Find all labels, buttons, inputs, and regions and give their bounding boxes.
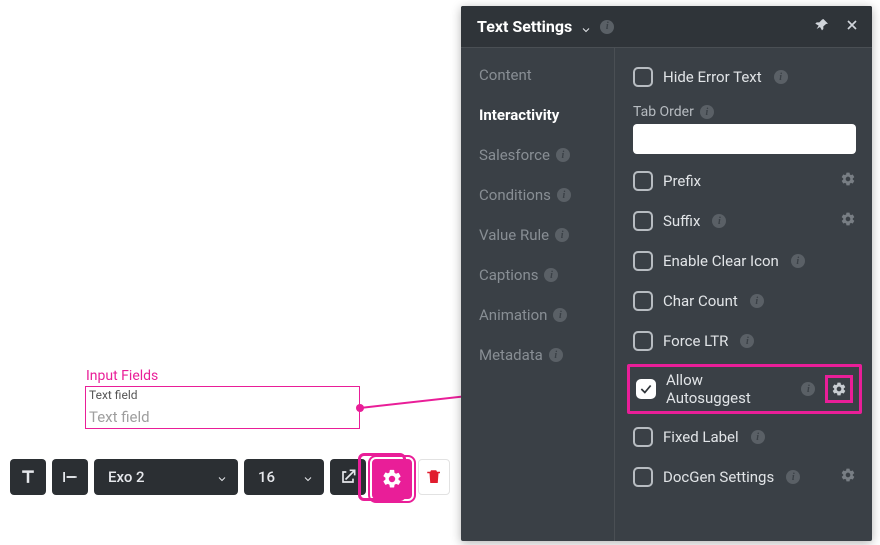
popout-button[interactable]: [330, 459, 366, 495]
panel-options: Hide Error Text i Tab Order i Prefix Suf…: [615, 48, 872, 541]
font-size-value: 16: [258, 468, 275, 486]
info-icon: i: [544, 268, 558, 282]
external-link-icon: [338, 467, 358, 487]
pin-button[interactable]: [814, 17, 830, 37]
docgen-configure[interactable]: [840, 467, 856, 487]
info-icon: i: [549, 348, 563, 362]
tab-conditions[interactable]: Conditionsi: [479, 186, 614, 204]
option-fixed-label[interactable]: Fixed Label i: [633, 424, 856, 450]
option-char-count[interactable]: Char Count i: [633, 288, 856, 314]
tab-animation[interactable]: Animationi: [479, 306, 614, 324]
checkbox[interactable]: [633, 331, 653, 351]
panel-tabs: Content Interactivity Salesforcei Condit…: [461, 48, 615, 541]
bottom-toolbar: Exo 2 16: [10, 459, 450, 495]
font-size-select[interactable]: 16: [244, 459, 324, 495]
option-label: Hide Error Text: [663, 68, 762, 86]
info-icon: i: [555, 228, 569, 242]
font-family-value: Exo 2: [108, 468, 145, 486]
checkbox[interactable]: [633, 427, 653, 447]
info-icon: i: [712, 214, 726, 228]
text-field-placeholder: Text field: [89, 408, 150, 426]
option-prefix[interactable]: Prefix: [633, 168, 856, 194]
gear-icon: [381, 468, 403, 490]
delete-button[interactable]: [418, 459, 450, 495]
option-allow-autosuggest[interactable]: Allow Autosuggest i: [627, 364, 862, 414]
tab-interactivity[interactable]: Interactivity: [479, 106, 614, 124]
option-label: Fixed Label: [663, 428, 739, 446]
tab-salesforce[interactable]: Salesforcei: [479, 146, 614, 164]
trash-icon: [425, 468, 443, 486]
gear-icon: [840, 467, 856, 483]
pin-icon: [814, 17, 830, 33]
text-field-label: Text field: [89, 388, 138, 402]
info-icon: i: [786, 470, 800, 484]
option-label: Suffix: [663, 212, 700, 230]
chevron-down-icon: [302, 471, 314, 483]
checkbox[interactable]: [633, 211, 653, 231]
text-field[interactable]: Text field Text field: [85, 386, 360, 429]
checkbox[interactable]: [633, 67, 653, 87]
tab-value-rule[interactable]: Value Rulei: [479, 226, 614, 244]
info-icon: i: [750, 294, 764, 308]
panel-title: Text Settings: [477, 17, 572, 36]
gear-icon: [840, 211, 856, 227]
close-button[interactable]: [844, 17, 860, 37]
info-icon: i: [557, 188, 571, 202]
text-icon: [18, 467, 38, 487]
panel-header: Text Settings i: [461, 6, 872, 48]
prefix-settings[interactable]: [840, 171, 856, 191]
info-icon: i: [751, 430, 765, 444]
autosuggest-settings[interactable]: [825, 375, 853, 403]
checkbox[interactable]: [633, 251, 653, 271]
info-icon: i: [774, 70, 788, 84]
resize-handle[interactable]: [356, 404, 364, 412]
align-button[interactable]: [52, 459, 88, 495]
tab-content[interactable]: Content: [479, 66, 614, 84]
info-icon: i: [556, 148, 570, 162]
info-icon: i: [700, 105, 714, 119]
option-enable-clear-icon[interactable]: Enable Clear Icon i: [633, 248, 856, 274]
tab-order-label: Tab Order i: [633, 104, 856, 120]
option-label: Enable Clear Icon: [663, 252, 779, 270]
checkbox[interactable]: [636, 379, 656, 399]
align-left-icon: [60, 467, 80, 487]
suffix-settings[interactable]: [840, 211, 856, 231]
gear-icon: [840, 171, 856, 187]
info-icon: i: [740, 334, 754, 348]
chevron-down-icon: [216, 471, 228, 483]
tab-metadata[interactable]: Metadatai: [479, 346, 614, 364]
option-force-ltr[interactable]: Force LTR i: [633, 328, 856, 354]
font-family-select[interactable]: Exo 2: [94, 459, 238, 495]
info-icon: i: [791, 254, 805, 268]
text-settings-panel: Text Settings i Content Interactivity Sa…: [461, 6, 872, 541]
option-label: Prefix: [663, 172, 701, 190]
close-icon: [844, 17, 860, 33]
option-label: Char Count: [663, 292, 738, 310]
info-icon: i: [801, 382, 815, 396]
check-icon: [639, 382, 653, 396]
option-docgen-settings[interactable]: DocGen Settings i: [633, 464, 856, 490]
option-label: Allow Autosuggest: [666, 371, 789, 407]
chevron-down-icon[interactable]: [580, 21, 592, 33]
checkbox[interactable]: [633, 171, 653, 191]
text-style-button[interactable]: [10, 459, 46, 495]
settings-button[interactable]: [372, 459, 412, 499]
info-icon: i: [553, 308, 567, 322]
gear-icon: [831, 381, 847, 397]
checkbox[interactable]: [633, 291, 653, 311]
checkbox[interactable]: [633, 467, 653, 487]
tab-captions[interactable]: Captionsi: [479, 266, 614, 284]
option-label: Force LTR: [663, 332, 728, 350]
option-label: DocGen Settings: [663, 468, 774, 486]
tab-order-input[interactable]: [633, 124, 856, 154]
info-icon[interactable]: i: [600, 20, 614, 34]
section-title: Input Fields: [86, 368, 158, 384]
option-suffix[interactable]: Suffix i: [633, 208, 856, 234]
option-hide-error-text[interactable]: Hide Error Text i: [633, 64, 856, 90]
